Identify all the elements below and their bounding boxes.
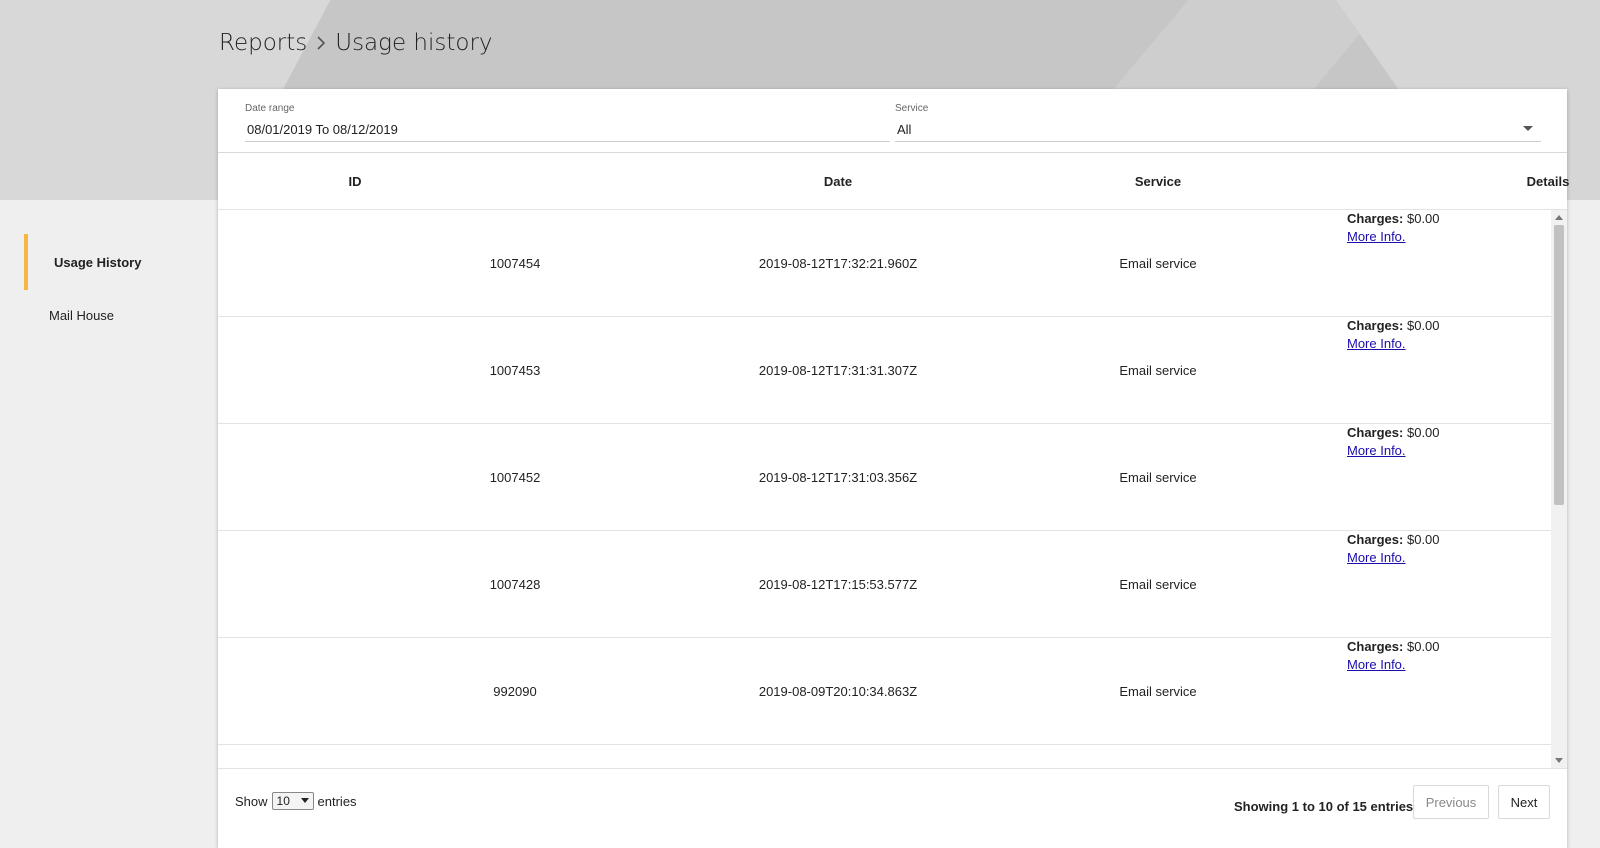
more-info-link[interactable]: More Info. <box>1347 549 1406 567</box>
charges-line: Charges: $0.00 <box>1347 424 1440 442</box>
cell-date: 2019-08-12T17:15:53.577Z <box>758 576 918 592</box>
charges-line: Charges: $0.00 <box>1347 317 1440 335</box>
page-size-select[interactable]: 10 <box>271 792 314 810</box>
cell-details: Charges: $0.00 More Info. <box>1347 638 1547 744</box>
cell-date: 2019-08-12T17:31:31.307Z <box>758 362 918 378</box>
table-row: 1007453 2019-08-12T17:31:31.307Z Email s… <box>218 317 1551 424</box>
table-row: 992090 2019-08-09T20:10:34.863Z Email se… <box>218 638 1551 745</box>
cell-id: 1007452 <box>489 469 541 485</box>
sidebar-item-mail-house[interactable]: Mail House <box>24 308 114 323</box>
table-body: 1007454 2019-08-12T17:32:21.960Z Email s… <box>218 210 1551 768</box>
table-row: 1007428 2019-08-12T17:15:53.577Z Email s… <box>218 531 1551 638</box>
charges-label: Charges: <box>1347 639 1404 654</box>
page-size-control: Show 10 entries <box>235 792 357 810</box>
sidebar-item-usage-history[interactable]: Usage History <box>24 234 214 290</box>
breadcrumb: Reports Usage history <box>219 30 493 56</box>
charges-value: $0.00 <box>1406 425 1440 440</box>
entries-label: entries <box>317 793 357 809</box>
table-row: 1007454 2019-08-12T17:32:21.960Z Email s… <box>218 210 1551 317</box>
charges-line: Charges: $0.00 <box>1347 638 1440 656</box>
cell-service: Email service <box>1119 683 1197 699</box>
charges-label: Charges: <box>1347 318 1404 333</box>
cell-id: 992090 <box>493 683 537 699</box>
cell-id: 1007454 <box>489 255 541 271</box>
charges-value: $0.00 <box>1406 532 1440 547</box>
sidebar-item-label: Mail House <box>49 308 115 323</box>
charges-value: $0.00 <box>1406 211 1440 226</box>
cell-service: Email service <box>1119 576 1197 592</box>
column-header-details[interactable]: Details <box>1448 153 1600 209</box>
sidebar-item-label: Usage History <box>54 254 142 270</box>
previous-button[interactable]: Previous <box>1413 785 1489 819</box>
more-info-link[interactable]: More Info. <box>1347 656 1406 674</box>
charges-label: Charges: <box>1347 425 1404 440</box>
table-scrollbar[interactable] <box>1551 210 1567 768</box>
column-header-service[interactable]: Service <box>1058 153 1258 209</box>
cell-date: 2019-08-12T17:32:21.960Z <box>758 255 918 271</box>
service-select-value: All <box>897 122 912 137</box>
cell-details: Charges: $0.00 More Info. <box>1347 424 1547 530</box>
filter-bar: Date range 08/01/2019 To 08/12/2019 Serv… <box>218 89 1567 153</box>
service-select[interactable]: All <box>895 122 1541 142</box>
cell-id: 1007453 <box>489 362 541 378</box>
show-label: Show <box>235 793 268 809</box>
charges-line: Charges: $0.00 <box>1347 210 1440 228</box>
column-header-id[interactable]: ID <box>295 153 415 209</box>
more-info-link[interactable]: More Info. <box>1347 228 1406 246</box>
pagination-info: Showing 1 to 10 of 15 entries <box>1234 799 1414 814</box>
table-row: 1007452 2019-08-12T17:31:03.356Z Email s… <box>218 424 1551 531</box>
cell-details: Charges: $0.00 More Info. <box>1347 210 1547 316</box>
cell-service: Email service <box>1119 255 1197 271</box>
charges-line: Charges: $0.00 <box>1347 531 1440 549</box>
breadcrumb-current: Usage history <box>335 30 493 56</box>
date-range-input[interactable]: 08/01/2019 To 08/12/2019 <box>245 122 890 142</box>
page-size-value: 10 <box>276 794 290 808</box>
table-footer: Show 10 entries Showing 1 to 10 of 15 en… <box>218 768 1567 848</box>
sidebar: Usage History Mail House <box>0 200 218 848</box>
cell-service: Email service <box>1119 362 1197 378</box>
scroll-down-arrow-icon[interactable] <box>1555 758 1563 763</box>
service-field[interactable]: Service All <box>895 103 1541 142</box>
charges-value: $0.00 <box>1406 639 1440 654</box>
chevron-right-icon <box>311 33 331 53</box>
date-range-field[interactable]: Date range 08/01/2019 To 08/12/2019 <box>245 103 890 142</box>
cell-details: Charges: $0.00 More Info. <box>1347 317 1547 423</box>
charges-label: Charges: <box>1347 211 1404 226</box>
cell-date: 2019-08-12T17:31:03.356Z <box>758 469 918 485</box>
scrollbar-thumb[interactable] <box>1554 225 1564 505</box>
table-header: ID Date Service Details <box>218 153 1569 210</box>
cell-details: Charges: $0.00 More Info. <box>1347 531 1547 637</box>
cell-service: Email service <box>1119 469 1197 485</box>
table-row <box>218 745 1551 768</box>
more-info-link[interactable]: More Info. <box>1347 335 1406 353</box>
service-label: Service <box>895 103 929 114</box>
column-header-date[interactable]: Date <box>718 153 958 209</box>
more-info-link[interactable]: More Info. <box>1347 442 1406 460</box>
date-range-label: Date range <box>245 103 295 114</box>
charges-label: Charges: <box>1347 532 1404 547</box>
usage-history-card: Date range 08/01/2019 To 08/12/2019 Serv… <box>218 89 1569 848</box>
cell-date: 2019-08-09T20:10:34.863Z <box>758 683 918 699</box>
breadcrumb-reports[interactable]: Reports <box>219 30 307 56</box>
charges-value: $0.00 <box>1406 318 1440 333</box>
cell-id: 1007428 <box>489 576 541 592</box>
next-button[interactable]: Next <box>1498 785 1550 819</box>
caret-down-icon <box>300 798 309 803</box>
scroll-up-arrow-icon[interactable] <box>1555 215 1563 220</box>
caret-down-icon[interactable] <box>1523 126 1533 131</box>
